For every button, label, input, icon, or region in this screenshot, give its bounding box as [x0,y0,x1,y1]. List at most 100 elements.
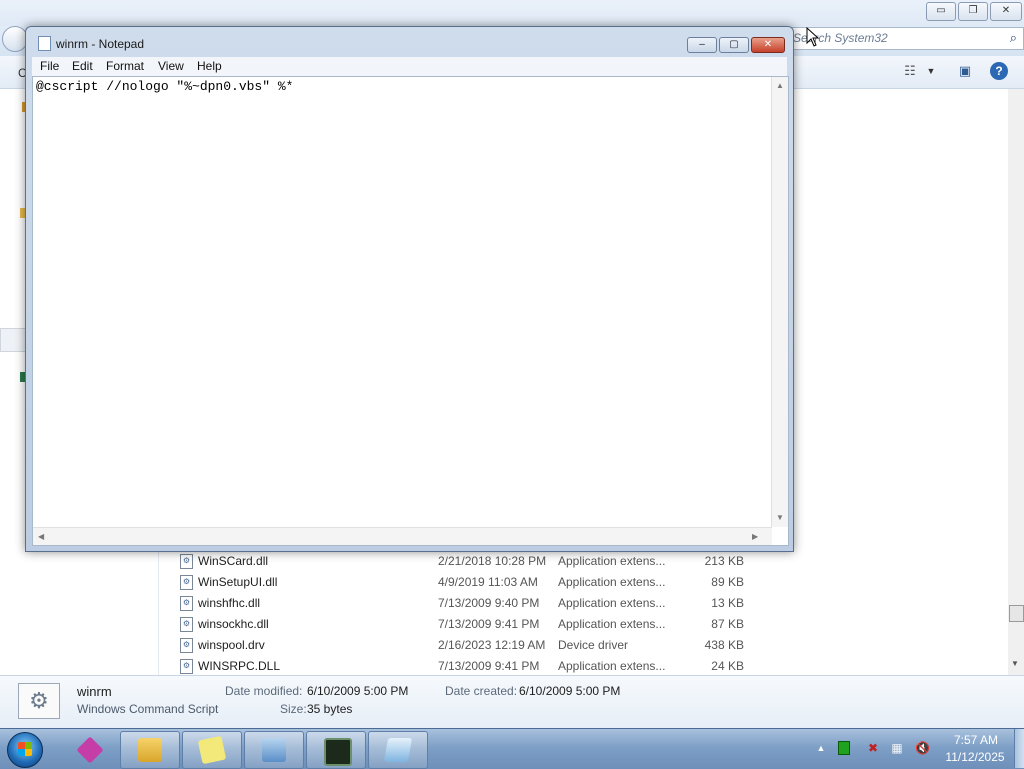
notepad-titlebar[interactable]: winrm - Notepad ‒ ▢ ✕ [26,27,793,57]
file-type: Application extens... [558,617,666,631]
mouse-cursor-icon [806,27,820,47]
file-name: WinSCard.dll [198,554,269,568]
table-row[interactable]: ⚙ winshfhc.dll 7/13/2009 9:40 PM Applica… [160,593,760,614]
control-panel-icon [262,738,286,762]
horizontal-scrollbar[interactable]: ◀ ▶ [33,527,772,545]
menu-help[interactable]: Help [197,59,222,73]
file-size: 89 KB [711,575,744,589]
close-button[interactable]: ✕ [751,37,785,53]
dll-file-icon: ⚙ [180,575,193,590]
vertical-scrollbar[interactable]: ▲ ▼ [771,77,788,527]
file-name: winsockhc.dll [198,617,269,631]
size-value: 35 bytes [307,702,353,716]
clock-date[interactable]: 11/12/2025 [940,750,1010,764]
date-modified-value: 6/10/2009 5:00 PM [307,684,409,698]
dll-file-icon: ⚙ [180,617,193,632]
clock-time[interactable]: 7:57 AM [946,733,1006,747]
scroll-down-icon[interactable]: ▼ [1011,659,1019,668]
scroll-up-icon[interactable]: ▲ [776,81,784,90]
details-file-name: winrm [77,684,112,699]
table-row[interactable]: ⚙ WinSCard.dll 2/21/2018 10:28 PM Applic… [160,551,760,572]
explorer-titlebar [0,0,1024,26]
status-green-icon[interactable] [838,741,850,755]
file-date: 7/13/2009 9:41 PM [438,659,540,673]
file-name: winshfhc.dll [198,596,261,610]
preview-pane-icon[interactable]: ▣ [956,62,974,80]
maximize-button[interactable]: ▢ [719,37,749,53]
start-button[interactable] [7,732,43,768]
view-options-icon[interactable]: ☷ [901,62,919,80]
sticky-notes-icon [197,735,227,765]
file-size: 213 KB [704,554,744,568]
date-modified-label: Date modified: [225,684,303,698]
purple-app-icon [76,736,104,764]
taskbar-app-purple[interactable] [60,731,120,769]
show-desktop-button[interactable] [1014,729,1024,768]
window-title: winrm - Notepad [56,37,145,51]
date-created-value: 6/10/2009 5:00 PM [519,684,621,698]
details-file-type: Windows Command Script [77,702,219,716]
action-center-icon[interactable]: ✖ [866,741,880,755]
menu-bar: File Edit Format View Help [32,57,787,76]
minimize-button[interactable]: ‒ [687,37,717,53]
file-date: 7/13/2009 9:40 PM [438,596,540,610]
nav-selected-item[interactable] [0,328,28,352]
file-size: 438 KB [704,638,744,652]
task-manager-icon [324,738,352,766]
date-created-label: Date created: [445,684,518,698]
scroll-right-icon[interactable]: ▶ [752,532,758,541]
notepad-app-icon [38,36,51,51]
volume-muted-icon[interactable]: 🔇 [915,741,930,755]
search-icon[interactable]: ⌕ [1010,30,1017,46]
scroll-down-icon[interactable]: ▼ [776,513,784,522]
table-row[interactable]: ⚙ winsockhc.dll 7/13/2009 9:41 PM Applic… [160,614,760,635]
file-size: 13 KB [711,596,744,610]
explorer-restore-button[interactable]: ❐ [958,2,988,21]
scroll-left-icon[interactable]: ◀ [38,532,44,541]
folder-icon [138,738,162,762]
table-row[interactable]: ⚙ WINSRPC.DLL 7/13/2009 9:41 PM Applicat… [160,656,760,677]
show-hidden-icons-icon[interactable]: ▲ [814,741,828,755]
taskbar-windows-explorer[interactable] [120,731,180,769]
network-icon[interactable]: ▦ [890,741,904,755]
notepad-icon [383,738,413,762]
table-row[interactable]: ⚙ WinSetupUI.dll 4/9/2019 11:03 AM Appli… [160,572,760,593]
file-name: WINSRPC.DLL [198,659,281,673]
file-type: Application extens... [558,575,666,589]
size-label: Size: [280,702,307,716]
windows-logo-lower [18,749,32,756]
file-date: 4/9/2019 11:03 AM [438,575,538,589]
chevron-down-icon[interactable]: ▼ [922,62,940,80]
file-date: 2/16/2023 12:19 AM [438,638,546,652]
menu-file[interactable]: File [40,59,59,73]
file-date: 7/13/2009 9:41 PM [438,617,540,631]
document-text[interactable]: @cscript //nologo "%~dpn0.vbs" %* [36,79,293,94]
taskbar-task-manager[interactable] [306,731,366,769]
dll-file-icon: ⚙ [180,659,193,674]
taskbar-notepad[interactable] [368,731,428,769]
file-size: 24 KB [711,659,744,673]
file-type: Application extens... [558,554,666,568]
file-type: Device driver [558,638,629,652]
menu-edit[interactable]: Edit [72,59,93,73]
file-type: Application extens... [558,596,666,610]
table-row[interactable]: ⚙ winspool.drv 2/16/2023 12:19 AM Device… [160,635,760,656]
file-list-scrollbar[interactable]: ▼ [1008,89,1024,675]
taskbar-control-panel[interactable] [244,731,304,769]
taskbar-sticky-notes[interactable] [182,731,242,769]
file-type: Application extens... [558,659,666,673]
help-icon[interactable]: ? [990,62,1008,80]
explorer-close-button[interactable]: ✕ [990,2,1022,21]
file-name: winspool.drv [198,638,265,652]
file-size: 87 KB [711,617,744,631]
dll-file-icon: ⚙ [180,596,193,611]
search-input[interactable]: Search System32 ⌕ [786,27,1024,50]
scrollbar-thumb[interactable] [1009,605,1024,622]
file-date: 2/21/2018 10:28 PM [438,554,547,568]
script-file-icon: ⚙ [18,683,60,719]
explorer-minimize-button[interactable]: ▭ [926,2,956,21]
driver-file-icon: ⚙ [180,638,193,653]
menu-format[interactable]: Format [106,59,144,73]
menu-view[interactable]: View [158,59,184,73]
text-editor-area[interactable]: @cscript //nologo "%~dpn0.vbs" %* ▲ ▼ ◀ … [32,76,789,546]
